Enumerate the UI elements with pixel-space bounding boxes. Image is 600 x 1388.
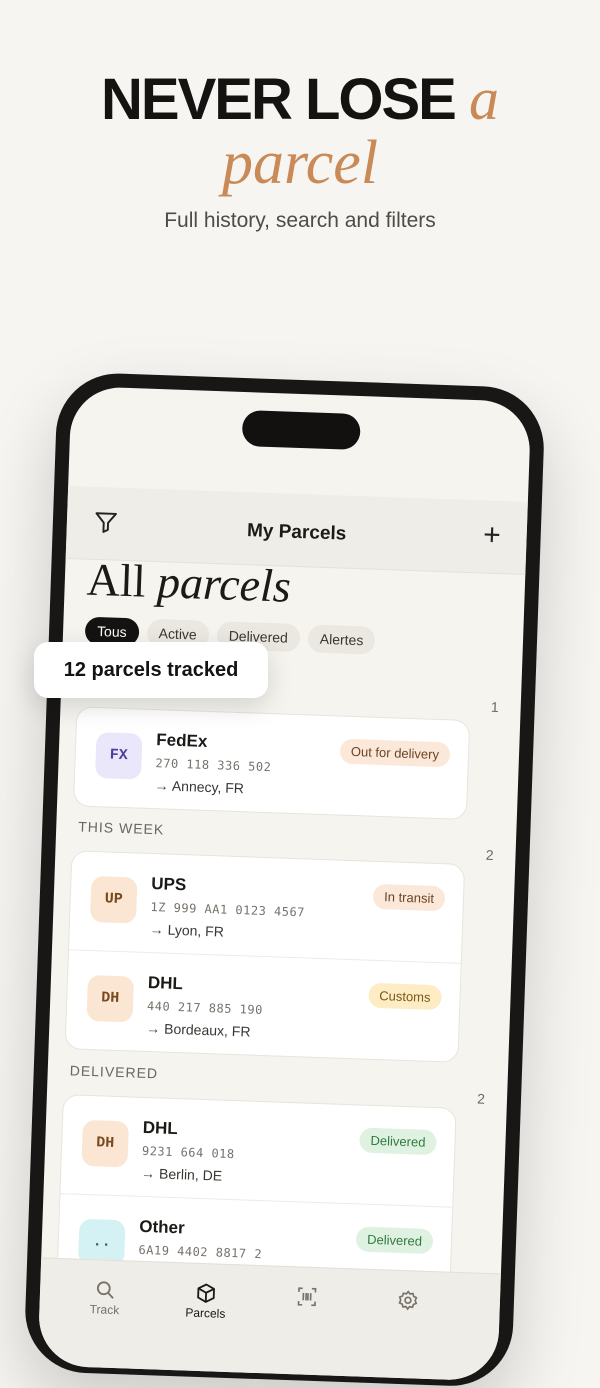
barcode-scan-icon (297, 1287, 317, 1307)
page-title: All parcels (86, 553, 292, 613)
page-title-italic: parcels (156, 556, 292, 612)
add-parcel-button[interactable]: + (483, 518, 502, 552)
hero-title-accent-line: parcel (221, 129, 379, 197)
carrier-name: DHL (147, 972, 184, 994)
destination: → Lyon, FR (149, 921, 225, 940)
hero-title-main: NEVER LOSE (101, 67, 469, 132)
carrier-avatar: DH (81, 1119, 130, 1168)
phone-mockup: My Parcels + All parcels Tous Active Del… (23, 371, 546, 1388)
search-icon (96, 1281, 114, 1299)
parcel-row-dhl-delivered[interactable]: DH DHL 9231 664 018 → Berlin, DE Deliver… (60, 1095, 455, 1207)
parcels-count-toast: 12 parcels tracked (34, 642, 268, 698)
dynamic-island (241, 409, 361, 451)
section-count-delivered: 2 (476, 1090, 486, 1107)
parcel-row-ups[interactable]: UP UPS 1Z 999 AA1 0123 4567 → Lyon, FR I… (69, 851, 464, 963)
hero-title: NEVER LOSE a (0, 66, 600, 133)
phone-screen: My Parcels + All parcels Tous Active Del… (37, 385, 532, 1382)
section-label-this-week: THIS WEEK (78, 818, 165, 838)
status-badge: Delivered (355, 1226, 434, 1255)
tab-settings[interactable] (373, 1288, 444, 1314)
status-badge: In transit (372, 883, 446, 912)
status-badge: Delivered (359, 1127, 437, 1156)
section-count-this-week: 2 (485, 846, 494, 863)
section-label-delivered: DELIVERED (69, 1062, 159, 1082)
carrier-name: UPS (151, 874, 187, 895)
parcel-row-fedex[interactable]: FX FedEx 270 118 336 502 → Annecy, FR Ou… (74, 707, 469, 819)
hero-subtitle: Full history, search and filters (164, 209, 436, 232)
box-icon (197, 1283, 215, 1303)
chip-alertes[interactable]: Alertes (307, 624, 376, 655)
carrier-name: DHL (142, 1117, 179, 1139)
carrier-avatar: UP (89, 875, 138, 924)
tracking-number: 9231 664 018 (141, 1143, 235, 1162)
tracking-number: 270 118 336 502 (155, 756, 272, 775)
destination: → Bordeaux, FR (146, 1019, 251, 1040)
tab-parcels[interactable]: Parcels (170, 1281, 241, 1321)
tab-scan[interactable] (272, 1285, 343, 1311)
nav-title: My Parcels (246, 520, 347, 545)
carrier-avatar: FX (94, 732, 143, 780)
tracking-number: 6A19 4402 8817 2 (138, 1242, 263, 1262)
hero-title-accent: a (468, 66, 499, 132)
status-badge: Out for delivery (339, 738, 451, 768)
tab-label: Parcels (185, 1305, 226, 1321)
carrier-avatar: DH (86, 974, 135, 1023)
tab-track[interactable]: Track (69, 1277, 140, 1317)
page-title-plain: All (86, 553, 159, 608)
carrier-name: Other (139, 1216, 186, 1238)
parcel-card: UP UPS 1Z 999 AA1 0123 4567 → Lyon, FR I… (64, 850, 466, 1063)
status-badge: Customs (367, 982, 442, 1011)
parcel-card: FX FedEx 270 118 336 502 → Annecy, FR Ou… (72, 706, 471, 821)
tracking-number: 1Z 999 AA1 0123 4567 (150, 900, 306, 920)
tab-label: Track (89, 1302, 120, 1318)
carrier-name: FedEx (156, 730, 208, 751)
destination: → Annecy, FR (154, 777, 245, 797)
section-count-today: 1 (490, 698, 499, 716)
tab-bar: Track Parcels (37, 1257, 501, 1382)
gear-icon (398, 1290, 418, 1311)
destination: → Berlin, DE (140, 1164, 223, 1184)
tracking-number: 440 217 885 190 (146, 998, 264, 1018)
parcel-row-dhl[interactable]: DH DHL 440 217 885 190 → Bordeaux, FR Cu… (65, 949, 461, 1062)
